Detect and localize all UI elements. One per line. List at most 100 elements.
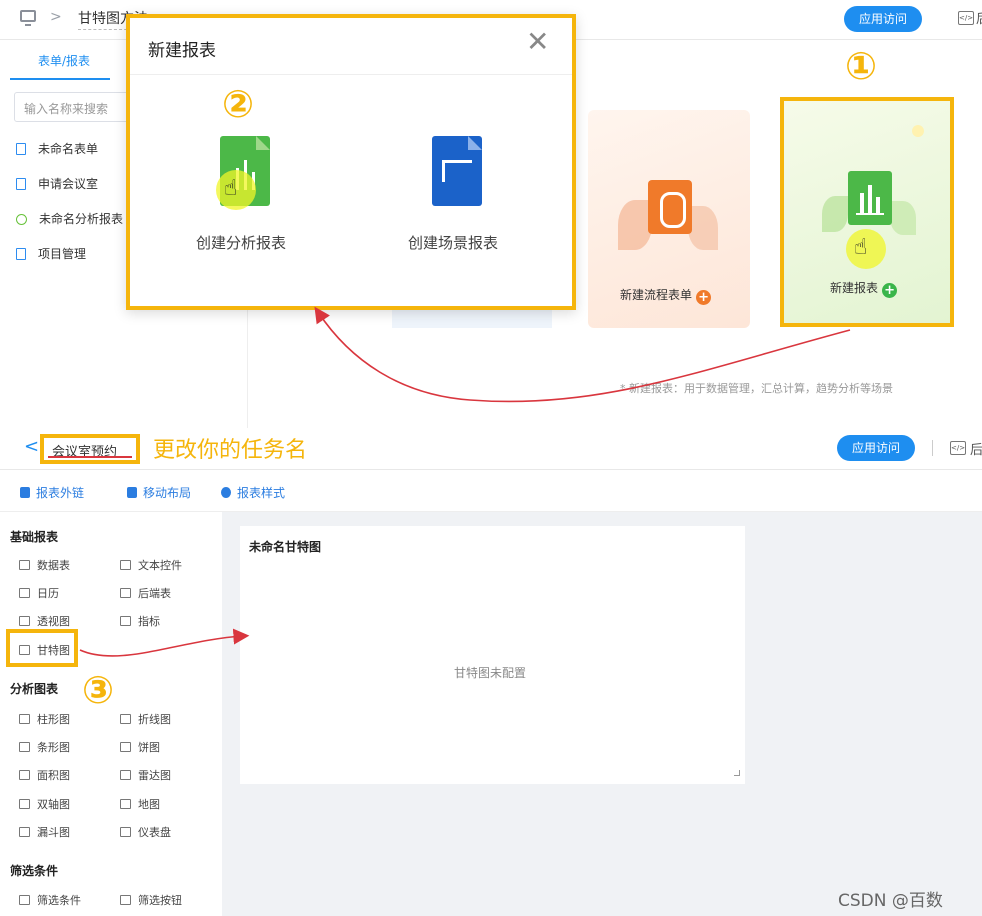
component-dual-axis-chart[interactable]: 双轴图 (19, 796, 70, 812)
area-chart-icon (19, 770, 30, 780)
component-panel: 基础报表 数据表 文本控件 日历 后端表 透视图 指标 甘特图 ③ 分析图表 柱… (0, 512, 222, 916)
component-data-table[interactable]: 数据表 (19, 557, 70, 573)
filter-button-icon (120, 895, 131, 905)
text-icon (120, 560, 131, 570)
component-backend-table[interactable]: 后端表 (120, 585, 171, 601)
component-area-chart[interactable]: 面积图 (19, 767, 70, 783)
gantt-icon (19, 645, 30, 655)
analysis-icon (16, 214, 27, 225)
column-chart-icon (19, 714, 30, 724)
document-icon (16, 178, 26, 190)
report-style-button[interactable]: 报表样式 (221, 484, 285, 501)
line-chart-icon (120, 714, 131, 724)
hand-cursor-icon: ☝ (216, 170, 256, 210)
tab-underline (10, 78, 110, 80)
component-filter-condition[interactable]: 筛选条件 (19, 892, 81, 908)
dual-axis-icon (19, 799, 30, 809)
component-line-chart[interactable]: 折线图 (120, 711, 171, 727)
scene-report-icon[interactable] (432, 136, 482, 206)
report-link-button[interactable]: 报表外链 (20, 484, 84, 501)
sidebar-item-form[interactable]: 未命名表单 (16, 140, 98, 157)
app-name-field[interactable]: 会议室预约 (40, 434, 140, 464)
monitor-icon[interactable] (20, 10, 36, 26)
new-report-card[interactable]: ☝ 新建报表 + (780, 97, 954, 327)
leaf-decoration (890, 201, 916, 235)
new-report-dialog: 新建报表 ✕ ② ☝ 创建分析报表 创建场景报表 (126, 14, 576, 310)
section-basic-reports: 基础报表 (10, 530, 59, 544)
component-calendar[interactable]: 日历 (19, 585, 59, 601)
component-indicator[interactable]: 指标 (120, 613, 160, 629)
search-input[interactable]: 输入名称来搜索 (14, 92, 134, 122)
component-pie-chart[interactable]: 饼图 (120, 739, 160, 755)
indicator-icon (120, 616, 131, 626)
divider (932, 440, 933, 456)
calendar-icon (19, 588, 30, 598)
filter-icon (19, 895, 30, 905)
chevron-right-icon: > (50, 9, 62, 25)
component-gantt[interactable]: 甘特图 (19, 642, 70, 658)
edit-icon (20, 487, 30, 498)
mobile-layout-button[interactable]: 移动布局 (127, 484, 191, 501)
resize-handle[interactable] (734, 770, 740, 776)
component-gauge[interactable]: 仪表盘 (120, 824, 171, 840)
annotation-number-3: ③ (82, 668, 115, 712)
mobile-icon (127, 487, 137, 498)
component-filter-button[interactable]: 筛选按钮 (120, 892, 182, 908)
document-icon (16, 143, 26, 155)
plus-icon: + (882, 283, 898, 298)
radar-chart-icon (120, 770, 131, 780)
leaf-decoration (618, 200, 652, 250)
report-header: < 会议室预约 更改你的任务名 应用访问 </> 后 (0, 428, 982, 470)
component-bar-chart[interactable]: 条形图 (19, 739, 70, 755)
app-visit-button[interactable]: 应用访问 (844, 6, 922, 32)
hand-cursor-icon: ☝ (846, 229, 886, 269)
leaf-decoration (822, 196, 848, 232)
sidebar-item-meeting[interactable]: 申请会议室 (16, 175, 98, 192)
plus-icon: + (696, 290, 712, 305)
component-column-chart[interactable]: 柱形图 (19, 711, 70, 727)
create-scene-report-option[interactable]: 创建场景报表 (408, 232, 498, 253)
funnel-icon (19, 827, 30, 837)
card-label: 新建报表 + (830, 279, 898, 298)
bar-chart-icon (19, 742, 30, 752)
annotation-number-2: ② (222, 82, 255, 126)
leaf-decoration (688, 206, 718, 250)
report-hint: * 新建报表：用于数据管理，汇总计算，趋势分析等场景 (620, 382, 893, 395)
flow-icon (648, 180, 692, 234)
widget-title: 未命名甘特图 (249, 540, 322, 554)
dot-decoration (912, 125, 924, 137)
table-icon (19, 560, 30, 570)
code-icon[interactable]: </> (958, 11, 974, 25)
tab-forms-reports[interactable]: 表单/报表 (38, 52, 90, 69)
widget-empty-message: 甘特图未配置 (454, 666, 527, 680)
pie-chart-icon (120, 742, 131, 752)
sidebar-item-analysis[interactable]: 未命名分析报表 (16, 210, 123, 227)
bar-chart-icon (848, 171, 892, 225)
dialog-title: 新建报表 (148, 41, 216, 61)
header-cut-text: 后 (970, 443, 982, 458)
new-flow-form-card[interactable]: 新建流程表单 + (588, 110, 750, 328)
table-icon (120, 588, 131, 598)
document-icon (16, 248, 26, 260)
close-icon[interactable]: ✕ (526, 28, 549, 56)
palette-icon (221, 487, 231, 498)
annotation-number-1: ① (845, 44, 878, 88)
create-analysis-report-option[interactable]: 创建分析报表 (196, 232, 286, 253)
back-icon[interactable]: < (24, 436, 39, 457)
gauge-icon (120, 827, 131, 837)
sidebar-item-project[interactable]: 项目管理 (16, 245, 86, 262)
section-filters: 筛选条件 (10, 864, 59, 878)
section-analysis-charts: 分析图表 (10, 682, 59, 696)
component-map[interactable]: 地图 (120, 796, 160, 812)
component-funnel[interactable]: 漏斗图 (19, 824, 70, 840)
divider (130, 74, 572, 75)
component-pivot[interactable]: 透视图 (19, 613, 70, 629)
watermark: CSDN @百数 (838, 891, 943, 911)
code-icon[interactable]: </> (950, 441, 966, 455)
component-text[interactable]: 文本控件 (120, 557, 182, 573)
card-label: 新建流程表单 + (620, 286, 712, 305)
component-radar-chart[interactable]: 雷达图 (120, 767, 171, 783)
gantt-widget[interactable]: 未命名甘特图 甘特图未配置 (240, 526, 745, 784)
pivot-icon (19, 616, 30, 626)
app-visit-button[interactable]: 应用访问 (837, 435, 915, 461)
